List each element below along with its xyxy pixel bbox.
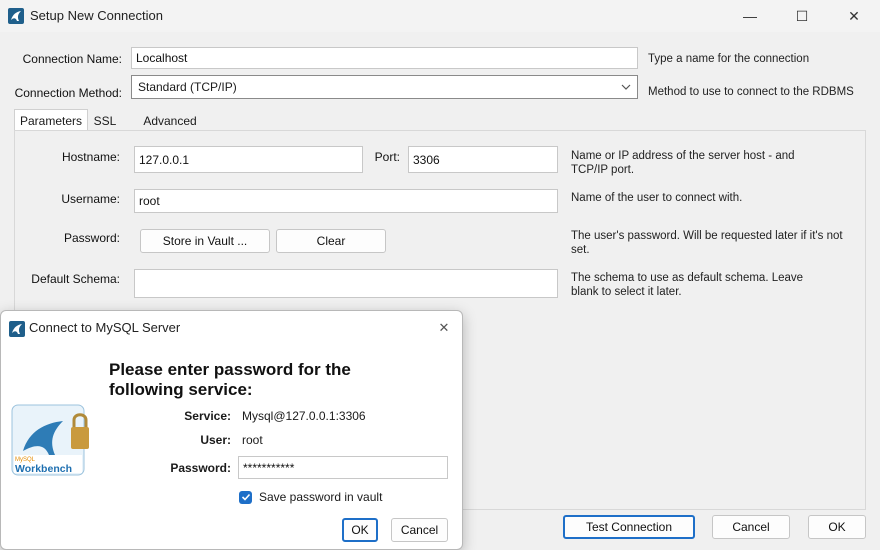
service-value: Mysql@127.0.0.1:3306 <box>242 409 366 423</box>
dialog-title: Connect to MySQL Server <box>29 320 181 335</box>
dialog-password-input[interactable]: *********** <box>238 456 448 479</box>
window-title: Setup New Connection <box>30 8 163 23</box>
close-button[interactable]: ✕ <box>834 1 874 31</box>
dialog-password-label: Password: <box>170 461 231 475</box>
username-label: Username: <box>61 192 120 206</box>
dialog-ok-button[interactable]: OK <box>342 518 378 542</box>
chevron-down-icon <box>621 84 631 90</box>
connect-to-mysql-dialog: Connect to MySQL Server ✕ MySQL Workbenc… <box>0 310 463 550</box>
minimize-button[interactable]: — <box>730 1 770 31</box>
connection-method-select[interactable]: Standard (TCP/IP) <box>131 75 638 99</box>
dialog-close-button[interactable]: ✕ <box>434 319 454 337</box>
user-label: User: <box>200 433 231 447</box>
tab-advanced[interactable]: Advanced <box>138 110 202 132</box>
save-password-checkbox[interactable] <box>239 490 252 504</box>
connection-name-label: Connection Name: <box>22 52 122 66</box>
username-hint: Name of the user to connect with. <box>571 192 743 204</box>
checkmark-icon <box>241 493 250 501</box>
default-schema-hint: The schema to use as default schema. Lea… <box>571 272 804 298</box>
tab-ssl[interactable]: SSL <box>90 110 120 132</box>
password-hint: The user's password. Will be requested l… <box>571 230 843 256</box>
connection-name-input[interactable]: Localhost <box>131 47 638 69</box>
default-schema-input[interactable] <box>134 269 558 298</box>
hostname-label: Hostname: <box>61 150 120 164</box>
port-label: Port: <box>374 150 400 164</box>
cancel-button[interactable]: Cancel <box>712 515 790 539</box>
hostname-hint: Name or IP address of the server host - … <box>571 150 795 176</box>
user-value: root <box>242 433 263 447</box>
default-schema-label: Default Schema: <box>31 272 120 286</box>
mysql-workbench-app-icon <box>8 8 24 24</box>
logo-text: Workbench <box>15 463 72 475</box>
connection-method-value: Standard (TCP/IP) <box>138 80 237 94</box>
connection-name-hint: Type a name for the connection <box>648 53 810 65</box>
mysql-workbench-dialog-icon <box>9 321 25 337</box>
save-password-label: Save password in vault <box>259 490 383 504</box>
hostname-input[interactable]: 127.0.0.1 <box>134 146 363 173</box>
save-password-checkbox-row[interactable]: Save password in vault <box>239 490 382 504</box>
test-connection-button[interactable]: Test Connection <box>563 515 695 539</box>
tab-parameters[interactable]: Parameters <box>14 109 88 131</box>
workbench-logo: MySQL Workbench <box>11 403 89 477</box>
username-input[interactable]: root <box>134 189 558 213</box>
maximize-button[interactable]: ☐ <box>782 1 822 31</box>
service-label: Service: <box>184 409 231 423</box>
connection-method-hint: Method to use to connect to the RDBMS <box>648 86 854 98</box>
port-input[interactable]: 3306 <box>408 146 558 173</box>
dialog-cancel-button[interactable]: Cancel <box>391 518 448 542</box>
dialog-heading: Please enter password for the following … <box>109 360 351 399</box>
ok-button[interactable]: OK <box>808 515 866 539</box>
store-in-vault-button[interactable]: Store in Vault ... <box>140 229 270 253</box>
connection-method-label: Connection Method: <box>14 86 122 100</box>
title-bar: Setup New Connection — ☐ ✕ <box>0 0 880 32</box>
clear-password-button[interactable]: Clear <box>276 229 386 253</box>
password-label: Password: <box>63 231 120 245</box>
